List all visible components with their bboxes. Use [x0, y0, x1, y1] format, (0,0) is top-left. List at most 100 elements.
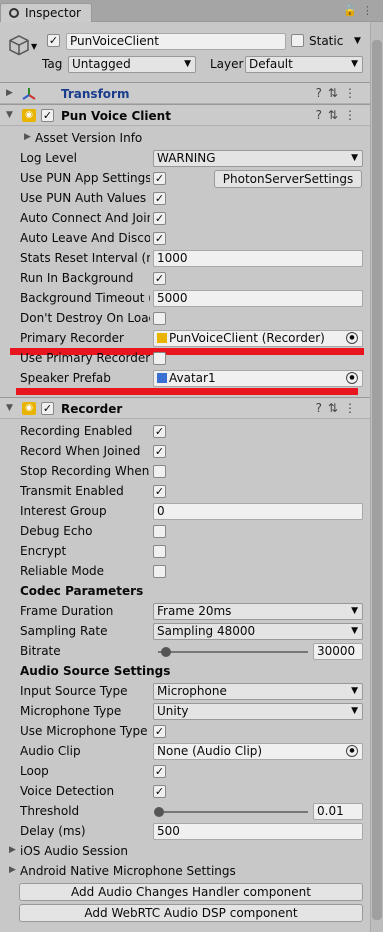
log-level-dropdown[interactable]: WARNING ▼: [153, 150, 363, 167]
use-pun-auth-values-checkbox[interactable]: ✓: [153, 192, 166, 205]
component-header-icons[interactable]: ?⇅⋮: [316, 108, 362, 122]
auto-leave-label: Auto Leave And Disconnect: [20, 231, 150, 245]
use-pun-app-settings-checkbox[interactable]: ✓: [153, 172, 166, 185]
icon-dropdown-arrow-icon[interactable]: ▼: [31, 42, 37, 51]
threshold-slider-knob[interactable]: [154, 807, 165, 817]
transmit-enabled-checkbox[interactable]: ✓: [153, 485, 166, 498]
object-name-field[interactable]: PunVoiceClient: [66, 33, 286, 50]
inspector-tab-icon: [9, 8, 19, 18]
kebab-menu-icon[interactable]: ⋮: [362, 4, 373, 17]
tag-dropdown[interactable]: Untagged ▼: [68, 56, 196, 73]
transform-header[interactable]: ▶ Transform ?⇅⋮: [0, 82, 370, 104]
object-picker-icon[interactable]: ●: [346, 332, 358, 344]
object-picker-icon[interactable]: ●: [346, 372, 358, 384]
voice-detection-checkbox[interactable]: ✓: [153, 785, 166, 798]
stop-recording-label: Stop Recording When Paused: [20, 464, 150, 478]
loop-row: Loop ✓: [0, 762, 370, 782]
delay-label: Delay (ms): [20, 824, 86, 838]
fold-down-icon[interactable]: ▼: [6, 110, 13, 120]
input-source-type-label: Input Source Type: [20, 684, 128, 698]
prefab-cube-icon: [157, 373, 167, 383]
reliable-mode-checkbox[interactable]: [153, 565, 166, 578]
record-when-joined-checkbox[interactable]: ✓: [153, 445, 166, 458]
background-timeout-field[interactable]: 5000: [153, 290, 363, 307]
threshold-row: Threshold 0.01: [0, 802, 370, 822]
recorder-title: Recorder: [61, 402, 123, 416]
stop-recording-checkbox[interactable]: [153, 465, 166, 478]
auto-connect-checkbox[interactable]: ✓: [153, 212, 166, 225]
static-dropdown-icon[interactable]: ▼: [354, 36, 361, 46]
inspector-tab[interactable]: Inspector: [0, 3, 92, 22]
speaker-prefab-row: Speaker Prefab Avatar1 ●: [0, 369, 370, 389]
loop-checkbox[interactable]: ✓: [153, 765, 166, 778]
microphone-type-row: Microphone Type Unity ▼: [0, 702, 370, 722]
component-header-icons[interactable]: ?⇅⋮: [316, 401, 362, 415]
recorder-enabled-checkbox[interactable]: ✓: [41, 402, 54, 415]
threshold-slider-track[interactable]: [156, 811, 308, 813]
input-source-type-dropdown[interactable]: Microphone ▼: [153, 683, 363, 700]
background-timeout-row: Background Timeout (ms) 5000: [0, 289, 370, 309]
frame-duration-dropdown[interactable]: Frame 20ms ▼: [153, 603, 363, 620]
recorder-header[interactable]: ▼ ◉ ✓ Recorder ?⇅⋮: [0, 397, 370, 419]
dont-destroy-checkbox[interactable]: [153, 312, 166, 325]
fold-down-icon[interactable]: ▼: [6, 403, 13, 413]
android-mic-settings-foldout[interactable]: ▶ Android Native Microphone Settings: [0, 862, 370, 882]
speaker-prefab-label: Speaker Prefab: [20, 371, 111, 385]
fold-right-icon: ▶: [24, 132, 31, 142]
sampling-rate-dropdown[interactable]: Sampling 48000 ▼: [153, 623, 363, 640]
delay-field[interactable]: 500: [153, 823, 363, 840]
photon-server-settings-button[interactable]: PhotonServerSettings: [214, 170, 362, 188]
primary-recorder-field[interactable]: PunVoiceClient (Recorder) ●: [153, 330, 363, 347]
fold-right-icon[interactable]: ▶: [6, 88, 13, 98]
stop-recording-row: Stop Recording When Paused: [0, 462, 370, 482]
bitrate-field[interactable]: 30000: [313, 643, 363, 660]
android-mic-settings-label: Android Native Microphone Settings: [20, 864, 236, 878]
audio-clip-value: None (Audio Clip): [157, 744, 263, 758]
run-in-background-row: Run In Background ✓: [0, 269, 370, 289]
input-source-type-row: Input Source Type Microphone ▼: [0, 682, 370, 702]
encrypt-checkbox[interactable]: [153, 545, 166, 558]
threshold-field[interactable]: 0.01: [313, 803, 363, 820]
auto-leave-checkbox[interactable]: ✓: [153, 232, 166, 245]
layer-dropdown[interactable]: Default ▼: [245, 56, 363, 73]
inspector-content: ▼ ✓ PunVoiceClient Static ▼ Tag Untagged…: [0, 22, 370, 932]
bitrate-slider-track[interactable]: [158, 651, 308, 653]
static-checkbox[interactable]: [291, 34, 304, 47]
recording-enabled-checkbox[interactable]: ✓: [153, 425, 166, 438]
object-picker-icon[interactable]: ●: [346, 745, 358, 757]
recorder-component-icon: [157, 333, 167, 343]
lock-icon[interactable]: 🔒: [343, 4, 357, 17]
chevron-down-icon: ▼: [351, 59, 358, 69]
add-webrtc-audio-dsp-button[interactable]: Add WebRTC Audio DSP component: [19, 904, 363, 922]
stats-reset-field[interactable]: 1000: [153, 250, 363, 267]
run-in-background-checkbox[interactable]: ✓: [153, 272, 166, 285]
use-pun-app-settings-label: Use PUN App Settings: [20, 171, 150, 185]
component-header-icons[interactable]: ?⇅⋮: [316, 86, 362, 100]
pun-voice-client-enabled-checkbox[interactable]: ✓: [41, 109, 54, 122]
audio-source-heading-row: Audio Source Settings: [0, 662, 370, 682]
use-pun-app-settings-row: Use PUN App Settings ✓ PhotonServerSetti…: [0, 169, 370, 189]
scrollbar-thumb[interactable]: [372, 40, 382, 920]
recording-enabled-row: Recording Enabled ✓: [0, 422, 370, 442]
use-mic-type-fallback-label: Use Microphone Type Fallback: [20, 724, 150, 738]
pun-voice-client-title: Pun Voice Client: [61, 109, 171, 123]
use-mic-type-fallback-checkbox[interactable]: ✓: [153, 725, 166, 738]
pun-voice-client-header[interactable]: ▼ ◉ ✓ Pun Voice Client ?⇅⋮: [0, 104, 370, 126]
bitrate-label: Bitrate: [20, 644, 61, 658]
active-checkbox[interactable]: ✓: [47, 34, 60, 47]
vertical-scrollbar[interactable]: [370, 22, 383, 932]
ios-audio-session-foldout[interactable]: ▶ iOS Audio Session: [0, 842, 370, 862]
chevron-down-icon: ▼: [351, 606, 358, 616]
use-primary-recorder-checkbox[interactable]: [153, 352, 166, 365]
debug-echo-checkbox[interactable]: [153, 525, 166, 538]
bitrate-slider-knob[interactable]: [160, 647, 171, 657]
use-primary-recorder-row: Use Primary Recorder: [0, 349, 370, 369]
interest-group-field[interactable]: 0: [153, 503, 363, 520]
audio-clip-field[interactable]: None (Audio Clip) ●: [153, 743, 363, 760]
chevron-down-icon: ▼: [184, 59, 191, 69]
speaker-prefab-field[interactable]: Avatar1 ●: [153, 370, 363, 387]
chevron-down-icon: ▼: [351, 153, 358, 163]
asset-version-info-foldout[interactable]: ▶ Asset Version Info: [0, 129, 370, 149]
microphone-type-dropdown[interactable]: Unity ▼: [153, 703, 363, 720]
add-audio-changes-handler-button[interactable]: Add Audio Changes Handler component: [19, 883, 363, 901]
